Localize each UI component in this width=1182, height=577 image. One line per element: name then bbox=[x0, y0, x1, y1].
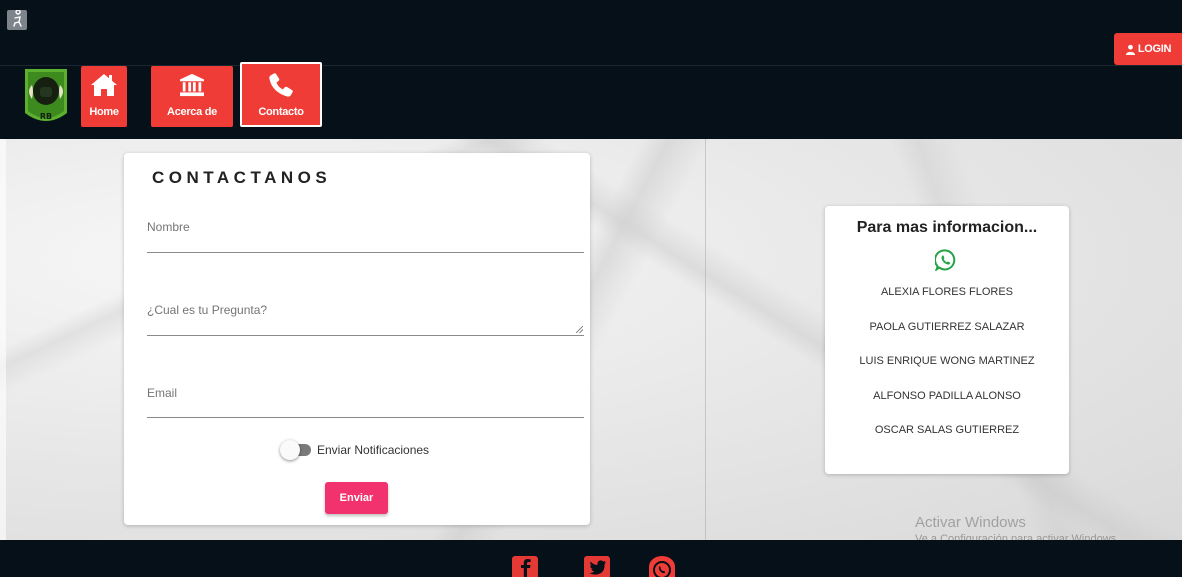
contact-item: ALFONSO PADILLA ALONSO bbox=[873, 389, 1021, 402]
info-title: Para mas informacion... bbox=[856, 219, 1038, 236]
contact-item: OSCAR SALAS GUTIERREZ bbox=[874, 424, 1020, 436]
contact-item: LUIS ENRIQUE WONG MARTINEZ bbox=[859, 355, 1035, 367]
facebook-icon[interactable] bbox=[512, 556, 538, 577]
footer bbox=[0, 540, 1182, 577]
left-edge bbox=[0, 139, 6, 540]
nav-contact-label: Contacto bbox=[258, 106, 304, 118]
nav-about-label: Acerca de bbox=[167, 106, 217, 118]
svg-text:RB: RB bbox=[40, 112, 52, 121]
question-placeholder: ¿Cual es tu Pregunta? bbox=[147, 303, 268, 317]
question-textarea[interactable]: ¿Cual es tu Pregunta? bbox=[147, 296, 584, 336]
user-icon bbox=[1125, 44, 1135, 55]
nav-about-button[interactable]: Acerca de bbox=[151, 66, 233, 127]
contact-item: ALEXIA FLORES FLORES bbox=[880, 286, 1014, 298]
form-title: CONTACTANOS bbox=[152, 168, 332, 187]
name-field[interactable]: Nombre bbox=[147, 213, 584, 253]
notifications-label: Enviar Notificaciones bbox=[317, 443, 430, 457]
email-field[interactable]: Email bbox=[147, 379, 584, 418]
bank-icon bbox=[179, 68, 205, 102]
toggle-thumb bbox=[280, 440, 300, 460]
send-button[interactable]: Enviar bbox=[325, 482, 388, 514]
notifications-row: Enviar Notificaciones bbox=[280, 440, 430, 460]
resize-grip-icon[interactable] bbox=[576, 326, 583, 333]
whatsapp-footer-icon[interactable] bbox=[649, 556, 675, 577]
page-content: CONTACTANOS Nombre ¿Cual es tu Pregunta?… bbox=[0, 139, 1182, 540]
twitter-icon[interactable] bbox=[584, 556, 610, 577]
top-bar: LOGIN bbox=[0, 0, 1182, 66]
contact-item: PAOLA GUTIERREZ SALAZAR bbox=[869, 320, 1025, 333]
phone-icon bbox=[268, 68, 294, 102]
accessibility-icon[interactable] bbox=[7, 9, 27, 30]
whatsapp-icon[interactable] bbox=[935, 249, 957, 271]
nav-home-button[interactable]: Home bbox=[81, 66, 127, 127]
nav-home-label: Home bbox=[89, 106, 119, 118]
contact-list: ALEXIA FLORES FLORES PAOLA GUTIERREZ SAL… bbox=[825, 285, 1069, 458]
logo[interactable]: RB bbox=[23, 67, 69, 131]
section-divider bbox=[705, 139, 706, 540]
login-label: LOGIN bbox=[1137, 43, 1172, 55]
name-placeholder: Nombre bbox=[147, 220, 190, 234]
notifications-toggle[interactable] bbox=[280, 440, 311, 460]
info-card: Para mas informacion... ALEXIA FLORES FL… bbox=[825, 206, 1069, 474]
login-button[interactable]: LOGIN bbox=[1114, 33, 1182, 65]
watermark-title: Activar Windows bbox=[915, 514, 1026, 531]
home-icon bbox=[90, 68, 118, 102]
main-nav: RB Home Acerca de Contacto bbox=[0, 62, 1182, 139]
contact-form-card: CONTACTANOS Nombre ¿Cual es tu Pregunta?… bbox=[124, 153, 590, 525]
nav-contact-button[interactable]: Contacto bbox=[240, 62, 322, 127]
email-placeholder: Email bbox=[147, 386, 178, 400]
